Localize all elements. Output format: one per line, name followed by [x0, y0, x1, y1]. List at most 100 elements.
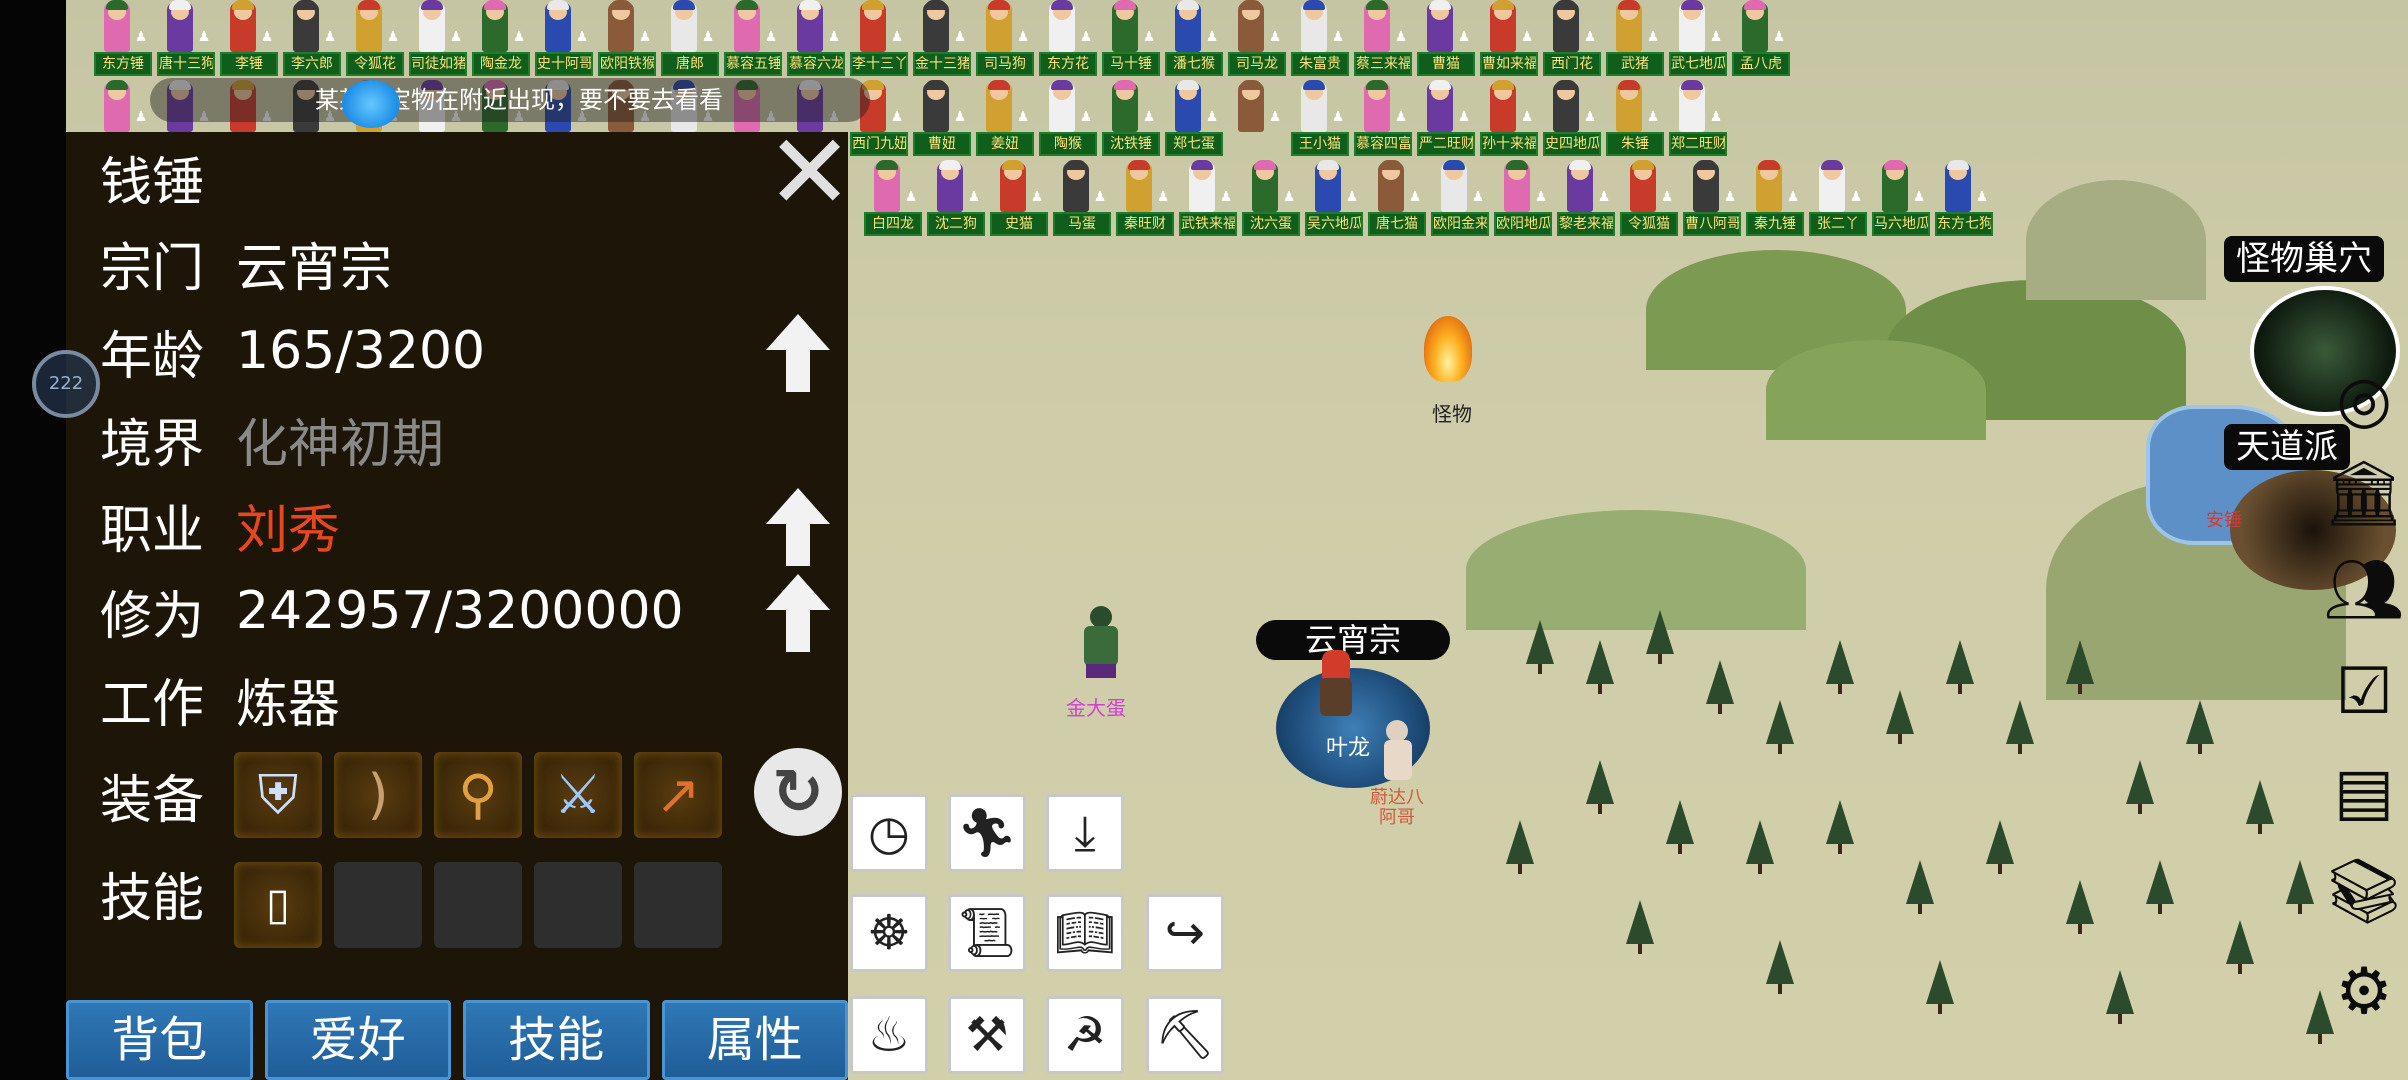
character-card[interactable]: ♟ 郑二旺财	[1665, 80, 1728, 162]
tab-skills[interactable]: 技能	[463, 1000, 650, 1080]
character-card[interactable]: ♟ 白四龙	[860, 160, 923, 242]
character-card[interactable]: ♟ 吴六地瓜	[1301, 160, 1364, 242]
character-card[interactable]: ♟ 司徒如猪	[405, 0, 468, 82]
character-card[interactable]: ♟ 陶猴	[1035, 80, 1098, 162]
target-button[interactable]: ◎	[2320, 356, 2408, 444]
people-button[interactable]: 👥︎	[2320, 546, 2408, 634]
character-card[interactable]: ♟ 西门花	[1539, 0, 1602, 82]
character-card[interactable]: ♟ 史猫	[986, 160, 1049, 242]
character-card[interactable]: ♟ 陶金龙	[468, 0, 531, 82]
character-card[interactable]: ♟	[1224, 80, 1287, 162]
inventory-button[interactable]: ▤	[2320, 748, 2408, 836]
meditate-button[interactable]: ☸	[850, 894, 928, 972]
character-card[interactable]: ♟ 史十阿哥	[531, 0, 594, 82]
character-card[interactable]: ♟ 姜妞	[972, 80, 1035, 162]
character-card[interactable]: ♟ 慕容四富贵	[1350, 80, 1413, 162]
character-card[interactable]: ♟ 欧阳铁猴	[594, 0, 657, 82]
character-card[interactable]: ♟ 金十三猪	[909, 0, 972, 82]
books-button[interactable]: 📚︎	[2320, 848, 2408, 936]
character-card[interactable]: ♟ 唐郎	[657, 0, 720, 82]
equip-slot-spear[interactable]: ↗	[634, 752, 722, 838]
npc-sprite[interactable]	[1078, 606, 1126, 686]
character-card[interactable]: ♟ 东方锤	[90, 0, 153, 82]
character-card[interactable]: ♟ 武七地瓜	[1665, 0, 1728, 82]
character-card[interactable]: ♟ 朱富贵	[1287, 0, 1350, 82]
character-card[interactable]: ♟ 朱锤	[1602, 80, 1665, 162]
character-card[interactable]: ♟ 曹八阿哥	[1679, 160, 1742, 242]
sickle-button[interactable]: ☭	[1046, 996, 1124, 1074]
skill-slot-empty[interactable]	[634, 862, 722, 948]
tab-attributes[interactable]: 属性	[661, 1000, 848, 1080]
character-card[interactable]: ♟ 欧阳地瓜	[1490, 160, 1553, 242]
character-card[interactable]: ♟ 马蛋	[1049, 160, 1112, 242]
character-card[interactable]: ♟ 马十锤	[1098, 0, 1161, 82]
monster-fire-sprite[interactable]	[1418, 310, 1478, 390]
skill-slot-empty[interactable]	[434, 862, 522, 948]
character-card[interactable]: ♟ 张二丫	[1805, 160, 1868, 242]
character-card[interactable]: ♟ 沈铁锤	[1098, 80, 1161, 162]
character-card[interactable]: ♟ 沈六蛋	[1238, 160, 1301, 242]
character-card[interactable]: ♟ 王小猫	[1287, 80, 1350, 162]
character-card[interactable]: ♟ 黎老来福	[1553, 160, 1616, 242]
time-button[interactable]: ◷	[850, 794, 928, 872]
character-card[interactable]: ♟ 曹妞	[909, 80, 972, 162]
close-button[interactable]: ✕	[766, 120, 853, 224]
pickaxe-button[interactable]: ⛏	[1146, 996, 1224, 1074]
character-card[interactable]: ♟ 司马狗	[972, 0, 1035, 82]
job-upgrade-arrow-icon[interactable]	[766, 488, 830, 566]
equip-slot-staff[interactable]: ⚲	[434, 752, 522, 838]
refresh-button[interactable]: ↻	[754, 748, 842, 836]
npc-sprite[interactable]	[1380, 720, 1416, 786]
character-card[interactable]: ♟ 秦九锤	[1742, 160, 1805, 242]
hero-sprite[interactable]	[1316, 650, 1356, 720]
hammer-button[interactable]: ⚒	[948, 996, 1026, 1074]
character-card[interactable]: ♟ 令狐花	[342, 0, 405, 82]
character-card[interactable]: ♟ 武猪	[1602, 0, 1665, 82]
age-upgrade-arrow-icon[interactable]	[766, 314, 830, 392]
equip-slot-sword[interactable]: ⚔	[534, 752, 622, 838]
tab-backpack[interactable]: 背包	[66, 1000, 253, 1080]
scroll-button[interactable]: 📜︎	[948, 894, 1026, 972]
character-card[interactable]: ♟ 唐十三狗	[153, 0, 216, 82]
character-card[interactable]: ♟ 潘七猴	[1161, 0, 1224, 82]
character-card[interactable]: ♟ 孟八虎	[1728, 0, 1791, 82]
character-card[interactable]: ♟ 蔡三来福	[1350, 0, 1413, 82]
skill-slot[interactable]: ▯	[234, 862, 322, 948]
equip-slot-shield[interactable]: ⛨	[234, 752, 322, 838]
run-button[interactable]: 🏃︎	[948, 794, 1026, 872]
character-card[interactable]: ♟ 曹如来福	[1476, 0, 1539, 82]
character-card[interactable]: ♟ 沈二狗	[923, 160, 986, 242]
character-card[interactable]: ♟ 秦旺财	[1112, 160, 1175, 242]
tasks-button[interactable]: ☑	[2320, 648, 2408, 736]
skill-slot-empty[interactable]	[534, 862, 622, 948]
character-card[interactable]: ♟ 李锤	[216, 0, 279, 82]
cultivation-upgrade-arrow-icon[interactable]	[766, 574, 830, 652]
character-card[interactable]: ♟ 东方花	[1035, 0, 1098, 82]
character-card[interactable]: ♟ 孙十来福	[1476, 80, 1539, 162]
cauldron-button[interactable]: ♨	[850, 996, 928, 1074]
equip-slot-bow[interactable]: )	[334, 752, 422, 838]
settings-button[interactable]: ⚙	[2320, 948, 2408, 1036]
tab-hobby[interactable]: 爱好	[264, 1000, 451, 1080]
character-card[interactable]: ♟ 马六地瓜	[1868, 160, 1931, 242]
character-card[interactable]: ♟ 司马龙	[1224, 0, 1287, 82]
floating-badge[interactable]: 222	[32, 350, 100, 418]
character-card[interactable]: ♟ 曹猫	[1413, 0, 1476, 82]
download-button[interactable]: ⤓	[1046, 794, 1124, 872]
skill-slot-empty[interactable]	[334, 862, 422, 948]
character-card[interactable]: ♟ 李六郎	[279, 0, 342, 82]
character-card[interactable]: ♟ 唐七猫	[1364, 160, 1427, 242]
character-card[interactable]: ♟ 李十三丫	[846, 0, 909, 82]
character-card[interactable]: ♟ 郑七蛋	[1161, 80, 1224, 162]
character-card[interactable]: ♟ 史四地瓜	[1539, 80, 1602, 162]
study-button[interactable]: 📖︎	[1046, 894, 1124, 972]
share-button[interactable]: ↪	[1146, 894, 1224, 972]
character-card[interactable]: ♟ 慕容五锤	[720, 0, 783, 82]
character-card[interactable]: ♟ 严二旺财	[1413, 80, 1476, 162]
character-card[interactable]: ♟ 令狐猫	[1616, 160, 1679, 242]
sect-building-button[interactable]: 🏛︎	[2320, 450, 2408, 538]
character-card[interactable]: ♟ 欧阳金来福	[1427, 160, 1490, 242]
character-card[interactable]: ♟ 武铁来福	[1175, 160, 1238, 242]
character-card[interactable]: ♟ 东方七狗	[1931, 160, 1994, 242]
character-card[interactable]: ♟ 慕容六龙	[783, 0, 846, 82]
